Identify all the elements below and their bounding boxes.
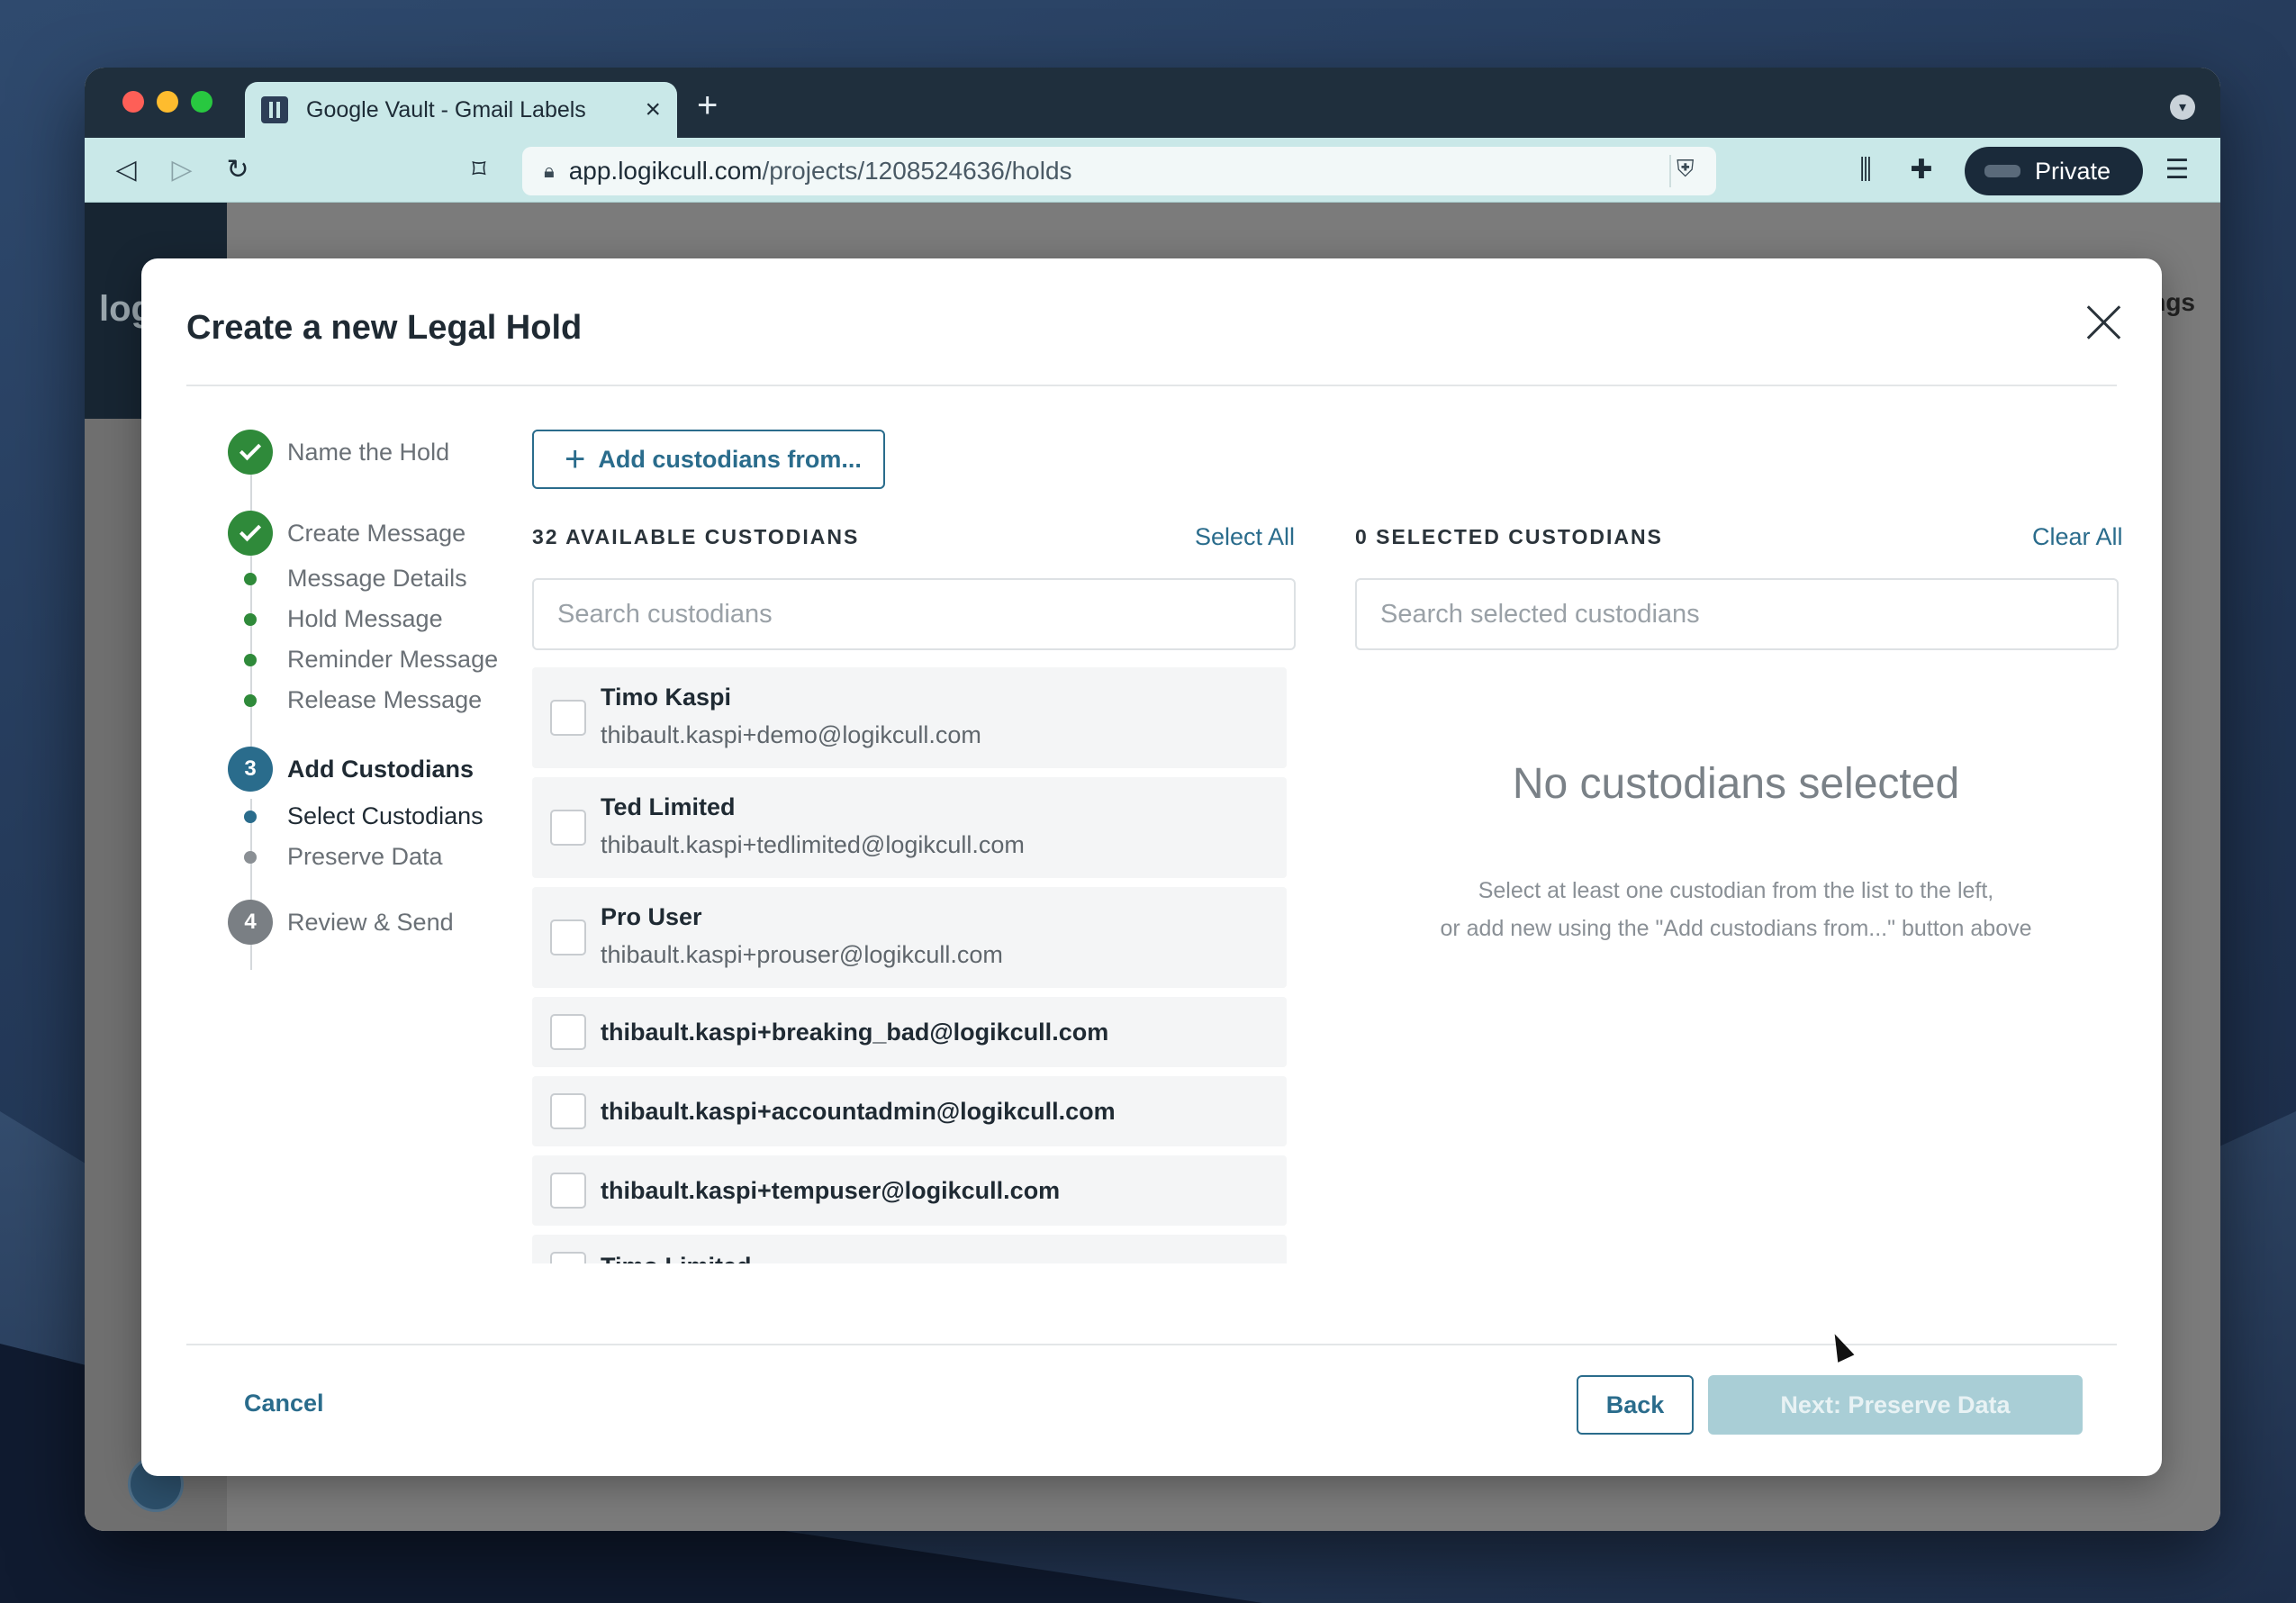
step-create-message[interactable]: Create Message <box>228 511 466 556</box>
empty-state-line-1: Select at least one custodian from the l… <box>1478 878 1994 903</box>
search-custodians-input[interactable]: Search custodians <box>532 578 1296 650</box>
chevron-down-icon[interactable]: ▾ <box>2170 95 2195 120</box>
check-icon <box>228 511 273 556</box>
available-custodians-heading: 32 AVAILABLE CUSTODIANS <box>532 525 860 548</box>
list-item[interactable]: Ted Limited thibault.kaspi+tedlimited@lo… <box>532 777 1287 878</box>
empty-state-title: No custodians selected <box>1512 760 1960 808</box>
cancel-button[interactable]: Cancel <box>244 1390 324 1417</box>
private-label: Private <box>2035 157 2111 185</box>
brave-shield-icon[interactable]: ⛨ <box>1669 155 1702 187</box>
search-selected-input[interactable]: Search selected custodians <box>1355 578 2119 650</box>
list-item[interactable]: thibault.kaspi+tempuser@logikcull.com <box>532 1155 1287 1226</box>
add-custodians-button[interactable]: + Add custodians from... <box>532 430 885 489</box>
reload-icon[interactable]: ↻ <box>221 154 254 186</box>
list-item[interactable]: Timo Kaspi thibault.kaspi+demo@logikcull… <box>532 667 1287 768</box>
step-review-send[interactable]: 4 Review & Send <box>228 900 454 945</box>
close-icon[interactable] <box>2084 303 2122 341</box>
custodian-checkbox[interactable] <box>550 1014 586 1050</box>
extension-icon[interactable]: ⫼ <box>1849 154 1882 186</box>
step-add-custodians[interactable]: 3 Add Custodians <box>228 747 474 792</box>
lock-icon: 🔒︎ <box>544 159 555 182</box>
puzzle-icon[interactable]: ✚ <box>1905 154 1938 186</box>
minimize-window-button[interactable] <box>157 91 178 113</box>
url-path: /projects/1208524636/holds <box>762 157 1072 185</box>
address-bar[interactable]: 🔒︎ app.logikcull.com/projects/1208524636… <box>522 147 1716 195</box>
step-name-the-hold[interactable]: Name the Hold <box>228 430 449 475</box>
private-window-badge[interactable]: Private <box>1965 147 2143 195</box>
menu-icon[interactable]: ☰ <box>2161 154 2193 186</box>
browser-toolbar: ◁ ▷ ↻ ⌑ 🔒︎ app.logikcull.com/projects/12… <box>85 138 2220 203</box>
header-divider <box>186 385 2117 386</box>
substep-release-message[interactable]: Release Message <box>228 686 482 714</box>
zoom-window-button[interactable] <box>191 91 212 113</box>
custodian-checkbox[interactable] <box>550 1093 586 1129</box>
logikcull-favicon-icon <box>261 96 288 123</box>
check-icon <box>228 430 273 475</box>
browser-tab[interactable]: Google Vault - Gmail Labels × <box>245 82 677 138</box>
selected-custodians-heading: 0 SELECTED CUSTODIANS <box>1355 525 1663 548</box>
list-item[interactable]: thibault.kaspi+accountadmin@logikcull.co… <box>532 1076 1287 1146</box>
bookmark-icon[interactable]: ⌑ <box>463 154 495 186</box>
back-icon[interactable]: ◁ <box>110 154 142 186</box>
new-tab-button[interactable]: + <box>697 87 718 123</box>
tab-close-icon[interactable]: × <box>645 96 661 123</box>
back-button[interactable]: Back <box>1577 1375 1694 1435</box>
footer-divider <box>186 1344 2117 1345</box>
substep-preserve-data[interactable]: Preserve Data <box>228 843 443 871</box>
substep-reminder-message[interactable]: Reminder Message <box>228 646 498 674</box>
substep-select-custodians[interactable]: Select Custodians <box>228 802 484 830</box>
legal-hold-modal: Create a new Legal Hold Name the Hold Cr… <box>141 258 2162 1476</box>
custodian-checkbox[interactable] <box>550 810 586 846</box>
list-item[interactable]: thibault.kaspi+breaking_bad@logikcull.co… <box>532 997 1287 1067</box>
close-window-button[interactable] <box>122 91 144 113</box>
custodian-checkbox[interactable] <box>550 1173 586 1209</box>
forward-icon[interactable]: ▷ <box>166 154 198 186</box>
step-number: 4 <box>228 900 273 945</box>
custodian-checkbox[interactable] <box>550 1252 586 1263</box>
list-item[interactable]: Timo Limited <box>532 1235 1287 1263</box>
url-host: app.logikcull.com <box>568 157 763 185</box>
substep-message-details[interactable]: Message Details <box>228 565 467 593</box>
custodian-list[interactable]: Timo Kaspi thibault.kaspi+demo@logikcull… <box>532 667 1294 1263</box>
select-all-link[interactable]: Select All <box>1195 523 1295 551</box>
tab-title: Google Vault - Gmail Labels <box>306 96 586 122</box>
custodian-checkbox[interactable] <box>550 700 586 736</box>
custodian-checkbox[interactable] <box>550 919 586 955</box>
empty-state-line-2: or add new using the "Add custodians fro… <box>1440 916 2032 941</box>
modal-title: Create a new Legal Hold <box>186 309 583 347</box>
clear-all-link[interactable]: Clear All <box>2032 523 2123 551</box>
private-glasses-icon <box>1984 165 2020 177</box>
step-number: 3 <box>228 747 273 792</box>
list-item[interactable]: Pro User thibault.kaspi+prouser@logikcul… <box>532 887 1287 988</box>
plus-icon: + <box>565 439 586 479</box>
tab-bar: Google Vault - Gmail Labels × + ▾ <box>85 68 2220 138</box>
next-preserve-data-button[interactable]: Next: Preserve Data <box>1708 1375 2083 1435</box>
substep-hold-message[interactable]: Hold Message <box>228 605 443 633</box>
